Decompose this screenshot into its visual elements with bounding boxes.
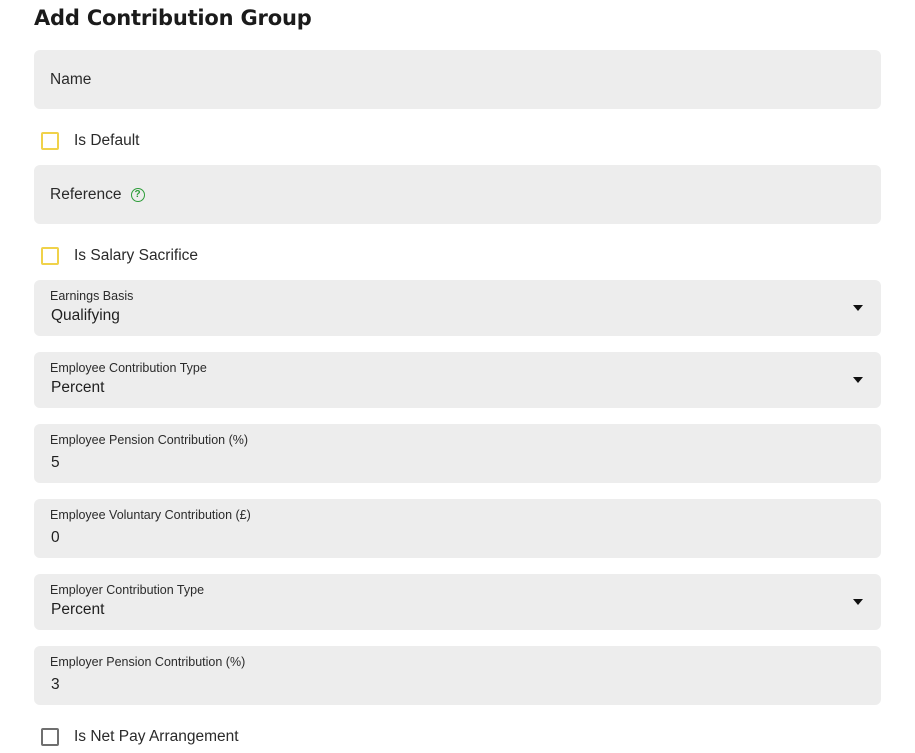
employee-contribution-type-select[interactable]: Employee Contribution Type Percent <box>34 352 881 408</box>
employee-pension-contribution-value: 5 <box>51 454 60 471</box>
is-salary-sacrifice-checkbox-row[interactable]: Is Salary Sacrifice <box>41 247 198 265</box>
employee-pension-contribution-label: Employee Pension Contribution (%) <box>50 433 249 447</box>
name-placeholder: Name <box>50 70 92 88</box>
employer-contribution-type-select[interactable]: Employer Contribution Type Percent <box>34 574 881 630</box>
is-salary-sacrifice-checkbox[interactable] <box>41 247 59 265</box>
employee-contribution-type-label: Employee Contribution Type <box>50 361 207 375</box>
employer-pension-contribution-label: Employer Pension Contribution (%) <box>50 655 246 669</box>
chevron-down-icon[interactable] <box>853 305 863 311</box>
is-net-pay-arrangement-checkbox[interactable] <box>41 728 59 746</box>
employer-pension-contribution-value: 3 <box>51 676 60 693</box>
is-default-label: Is Default <box>74 132 140 149</box>
is-net-pay-arrangement-label: Is Net Pay Arrangement <box>74 728 239 745</box>
employee-voluntary-contribution-label: Employee Voluntary Contribution (£) <box>50 508 251 522</box>
employee-pension-contribution-input[interactable]: Employee Pension Contribution (%) 5 <box>34 424 881 483</box>
earnings-basis-label: Earnings Basis <box>50 289 134 303</box>
is-default-checkbox-row[interactable]: Is Default <box>41 132 139 150</box>
reference-input[interactable]: Reference ? <box>34 165 881 224</box>
help-circle-icon[interactable]: ? <box>130 187 145 202</box>
name-input[interactable]: Name <box>34 50 881 109</box>
employee-contribution-type-value: Percent <box>51 379 105 396</box>
employee-voluntary-contribution-value: 0 <box>51 529 60 546</box>
is-default-checkbox[interactable] <box>41 132 59 150</box>
reference-placeholder: Reference <box>50 185 122 203</box>
reference-placeholder-wrap: Reference ? <box>50 186 145 204</box>
is-salary-sacrifice-label: Is Salary Sacrifice <box>74 247 199 264</box>
chevron-down-icon[interactable] <box>853 377 863 383</box>
employee-voluntary-contribution-input[interactable]: Employee Voluntary Contribution (£) 0 <box>34 499 881 558</box>
chevron-down-icon[interactable] <box>853 599 863 605</box>
is-net-pay-arrangement-checkbox-row[interactable]: Is Net Pay Arrangement <box>41 728 239 746</box>
page-title: Add Contribution Group <box>34 6 312 30</box>
earnings-basis-select[interactable]: Earnings Basis Qualifying <box>34 280 881 336</box>
employer-contribution-type-label: Employer Contribution Type <box>50 583 205 597</box>
earnings-basis-value: Qualifying <box>51 307 120 324</box>
employer-pension-contribution-input[interactable]: Employer Pension Contribution (%) 3 <box>34 646 881 705</box>
employer-contribution-type-value: Percent <box>51 601 105 618</box>
